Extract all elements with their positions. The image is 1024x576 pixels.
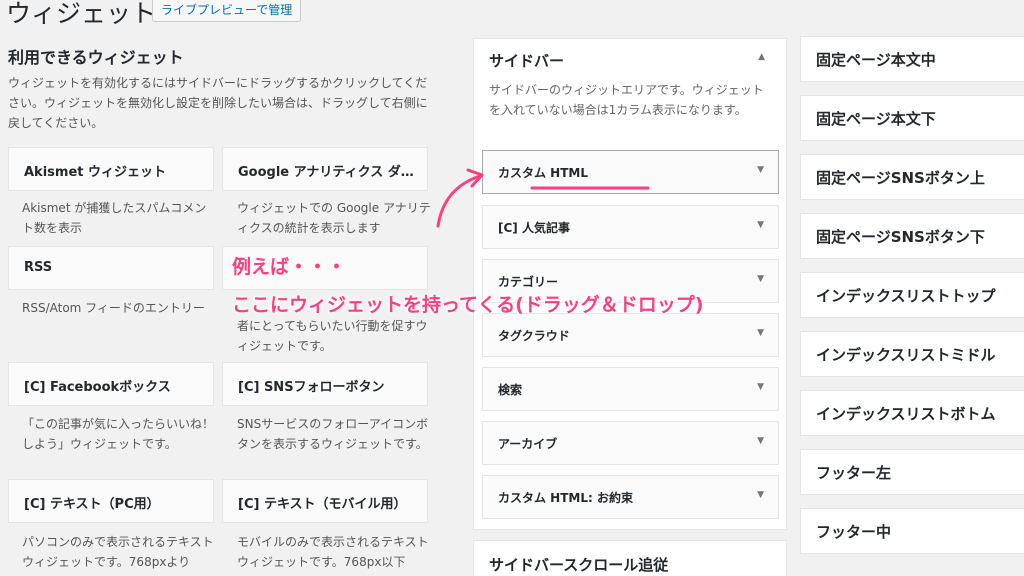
chevron-down-icon[interactable]: ▼	[757, 382, 764, 392]
chevron-down-icon[interactable]: ▼	[757, 220, 764, 230]
widget-description: 「この記事が気に入ったらいいね！しよう」ウィジェットです。	[22, 417, 215, 451]
chevron-down-icon[interactable]: ▼	[757, 490, 764, 500]
collapse-toggle-icon[interactable]: ▲	[758, 52, 765, 62]
widget-area-title: フッター中	[816, 523, 892, 541]
widget-text-pc[interactable]: [C] テキスト（PC用）	[8, 479, 214, 523]
sidebar-widget-name: タグクラウド	[498, 329, 570, 343]
sidebar-widget-name: カテゴリー	[498, 275, 559, 289]
widget-area-page-body-bottom[interactable]: 固定ページ本文下	[800, 95, 1024, 141]
widget-sns-follow[interactable]: [C] SNSフォローボタン	[222, 362, 428, 406]
widget-area-index-list-top[interactable]: インデックスリストトップ	[800, 272, 1024, 318]
widget-description: SNSサービスのフォローアイコンボタンを表示するウィジェットです。	[237, 417, 429, 451]
widget-facebook-box[interactable]: [C] Facebookボックス	[8, 362, 214, 406]
widget-area-footer-middle[interactable]: フッター中	[800, 508, 1024, 554]
widget-area-index-list-middle[interactable]: インデックスリストミドル	[800, 331, 1024, 377]
chevron-down-icon[interactable]: ▼	[757, 165, 764, 175]
chevron-down-icon[interactable]: ▼	[757, 328, 764, 338]
widget-name: [C] テキスト（PC用）	[24, 497, 160, 512]
sidebar-widget-name: カスタム HTML: お約束	[498, 491, 633, 505]
widget-description: Akismet が捕獲したスパムコメント数を表示	[22, 201, 207, 235]
widget-name: [C] テキスト（モバイル用）	[238, 497, 407, 512]
widget-rss[interactable]: RSS	[8, 246, 214, 290]
widget-area-page-sns-bottom[interactable]: 固定ページSNSボタン下	[800, 213, 1024, 259]
annotation-instruction-text: ここにウィジェットを持ってくる(ドラッグ＆ドロップ)	[232, 294, 704, 316]
widget-area-title: インデックスリストミドル	[816, 346, 996, 364]
widget-area-index-list-bottom[interactable]: インデックスリストボトム	[800, 390, 1024, 436]
sidebar-widget-name: 検索	[498, 383, 523, 397]
available-widgets-title: 利用できるウィジェット	[8, 48, 184, 67]
live-preview-manage-button[interactable]: ライブプレビューで管理	[152, 0, 302, 22]
widget-area-title: インデックスリストボトム	[816, 405, 996, 423]
widget-area-title: 固定ページSNSボタン下	[816, 228, 985, 246]
sidebar-widget-tag-cloud[interactable]: タグクラウド ▼	[482, 313, 779, 357]
widget-area-page-sns-top[interactable]: 固定ページSNSボタン上	[800, 154, 1024, 200]
widget-area-title: 固定ページ本文下	[816, 110, 936, 128]
widget-area-title: 固定ページ本文中	[816, 51, 936, 69]
widget-description: モバイルのみで表示されるテキストウィジェットです。768px以下	[237, 535, 429, 569]
chevron-down-icon[interactable]: ▼	[757, 274, 764, 284]
widget-name: RSS	[24, 260, 53, 275]
widget-name: [C] Facebookボックス	[24, 380, 171, 395]
widget-area-title: 固定ページSNSボタン上	[816, 169, 985, 187]
widget-description: RSS/Atom フィードのエントリー	[22, 301, 205, 315]
widget-name: Akismet ウィジェット	[24, 165, 167, 180]
chevron-down-icon[interactable]: ▼	[757, 436, 764, 446]
scroll-area-title: サイドバースクロール追従	[489, 556, 669, 574]
widget-description: 者にとってもらいたい行動を促すウィジェットです。	[237, 319, 428, 353]
sidebar-widget-area: サイドバー ▲ サイドバーのウィジットエリアです。ウィジェットを入れていない場合…	[473, 38, 787, 530]
widget-description: パソコンのみで表示されるテキストウィジェットです。768pxより	[22, 535, 214, 569]
sidebar-description: サイドバーのウィジットエリアです。ウィジェットを入れていない場合は1カラム表示に…	[489, 83, 764, 117]
annotation-example-text: 例えば・・・	[232, 256, 347, 278]
widget-area-page-body-middle[interactable]: 固定ページ本文中	[800, 36, 1024, 82]
available-widgets-description: ウィジェットを有効化するにはサイドバーにドラッグするかクリックしてください。ウィ…	[8, 76, 428, 130]
sidebar-title: サイドバー	[489, 52, 565, 70]
sidebar-widget-name: アーカイブ	[498, 437, 558, 451]
widget-area-title: インデックスリストトップ	[816, 287, 996, 305]
page-title: ウィジェット	[6, 0, 157, 28]
widget-description: ウィジェットでの Google アナリティクスの統計を表示します	[237, 201, 431, 235]
widget-name: Google アナリティクス ダ…	[238, 165, 414, 180]
sidebar-widget-archives[interactable]: アーカイブ ▼	[482, 421, 779, 465]
widget-area-footer-left[interactable]: フッター左	[800, 449, 1024, 495]
sidebar-scroll-follow-area[interactable]: サイドバースクロール追従	[473, 540, 787, 576]
widget-name: [C] SNSフォローボタン	[238, 380, 385, 395]
widget-google-analytics[interactable]: Google アナリティクス ダ…	[222, 147, 428, 191]
widget-akismet[interactable]: Akismet ウィジェット	[8, 147, 214, 191]
widget-area-title: フッター左	[816, 464, 892, 482]
sidebar-widget-custom-html-promise[interactable]: カスタム HTML: お約束 ▼	[482, 475, 779, 519]
annotation-arrow-icon	[436, 168, 650, 228]
widget-text-mobile[interactable]: [C] テキスト（モバイル用）	[222, 479, 428, 523]
sidebar-widget-search[interactable]: 検索 ▼	[482, 367, 779, 411]
